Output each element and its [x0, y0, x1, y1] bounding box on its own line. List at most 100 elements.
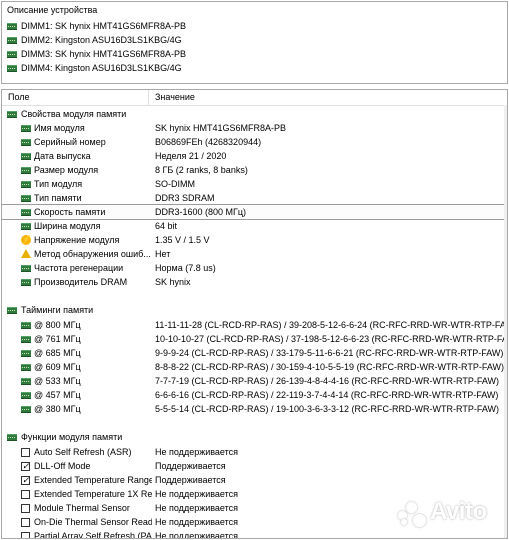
memory-icon	[21, 265, 31, 272]
memory-icon	[21, 392, 31, 399]
feature-row[interactable]: Auto Self Refresh (ASR) Не поддерживаетс…	[2, 445, 507, 459]
column-header: Поле Значение	[2, 90, 507, 106]
property-name: Дата выпуска	[34, 151, 91, 161]
feature-value: Не поддерживается	[155, 517, 239, 527]
timing-value: 5-5-5-14 (CL-RCD-RP-RAS) / 19-100-3-6-3-…	[155, 404, 500, 414]
device-label: DIMM3: SK hynix HMT41GS6MFR8A-PB	[21, 49, 187, 59]
property-name: Серийный номер	[34, 137, 106, 147]
warning-icon	[21, 249, 31, 258]
property-row[interactable]: Размер модуля 8 ГБ (2 ranks, 8 banks)	[2, 163, 507, 177]
checkbox-unchecked-icon	[21, 448, 30, 457]
feature-name: DLL-Off Mode	[34, 461, 91, 471]
checkbox-unchecked-icon	[21, 504, 30, 513]
memory-icon	[21, 336, 31, 343]
property-value: SK hynix HMT41GS6MFR8A-PB	[155, 123, 287, 133]
device-description-pane: Описание устройства DIMM1: SK hynix HMT4…	[1, 1, 508, 84]
property-row[interactable]: Частота регенерации Норма (7.8 us)	[2, 261, 507, 275]
checkbox-checked-icon: ✓	[21, 461, 30, 471]
feature-value: Поддерживается	[155, 461, 226, 471]
property-name: Имя модуля	[34, 123, 85, 133]
timing-frequency: @ 761 МГц	[34, 334, 81, 344]
property-name: Скорость памяти	[34, 207, 106, 217]
feature-row[interactable]: Partial Array Self Refresh (PA... Не под…	[2, 529, 507, 539]
timing-row[interactable]: @ 685 МГц 9-9-9-24 (CL-RCD-RP-RAS) / 33-…	[2, 346, 507, 360]
timing-frequency: @ 533 МГц	[34, 376, 81, 386]
property-value: SK hynix	[155, 277, 191, 287]
timing-row[interactable]: @ 380 МГц 5-5-5-14 (CL-RCD-RP-RAS) / 19-…	[2, 402, 507, 416]
property-row[interactable]: Имя модуля SK hynix HMT41GS6MFR8A-PB	[2, 121, 507, 135]
property-row[interactable]: Ширина модуля 64 bit	[2, 219, 507, 233]
memory-icon	[21, 406, 31, 413]
checkbox-unchecked-icon	[21, 532, 30, 538]
timing-value: 9-9-9-24 (CL-RCD-RP-RAS) / 33-179-5-11-6…	[155, 348, 504, 358]
section-module-props[interactable]: Свойства модуля памяти	[2, 107, 507, 121]
section-functions[interactable]: Функции модуля памяти	[2, 430, 507, 444]
timing-row[interactable]: @ 533 МГц 7-7-7-19 (CL-RCD-RP-RAS) / 26-…	[2, 374, 507, 388]
device-list-item[interactable]: DIMM3: SK hynix HMT41GS6MFR8A-PB	[2, 47, 507, 61]
memory-icon	[21, 378, 31, 385]
memory-icon	[21, 350, 31, 357]
timing-frequency: @ 457 МГц	[34, 390, 81, 400]
feature-value: Поддерживается	[155, 475, 226, 485]
memory-icon	[21, 195, 31, 202]
timing-row[interactable]: @ 800 МГц 11-11-11-28 (CL-RCD-RP-RAS) / …	[2, 318, 507, 332]
timing-row[interactable]: @ 609 МГц 8-8-8-22 (CL-RCD-RP-RAS) / 30-…	[2, 360, 507, 374]
feature-name: Extended Temperature 1X Re...	[34, 489, 152, 499]
feature-row[interactable]: ✓ Extended Temperature Range Поддерживае…	[2, 473, 507, 487]
feature-name: Extended Temperature Range	[34, 475, 152, 485]
property-row[interactable]: Тип модуля SO-DIMM	[2, 177, 507, 191]
memory-icon	[7, 434, 17, 441]
feature-name: Auto Self Refresh (ASR)	[34, 447, 132, 457]
memory-icon	[21, 181, 31, 188]
memory-icon	[7, 307, 17, 314]
vertical-scrollbar[interactable]	[504, 105, 507, 538]
device-list-item[interactable]: DIMM1: SK hynix HMT41GS6MFR8A-PB	[2, 19, 507, 33]
memory-icon	[21, 139, 31, 146]
timing-row[interactable]: @ 761 МГц 10-10-10-27 (CL-RCD-RP-RAS) / …	[2, 332, 507, 346]
timing-row[interactable]: @ 457 МГц 6-6-6-16 (CL-RCD-RP-RAS) / 22-…	[2, 388, 507, 402]
timing-value: 10-10-10-27 (CL-RCD-RP-RAS) / 37-198-5-1…	[155, 334, 508, 344]
property-name: Тип памяти	[34, 193, 82, 203]
property-row[interactable]: ⚡ Напряжение модуля 1.35 V / 1.5 V	[2, 233, 507, 247]
checkbox-unchecked-icon	[21, 490, 30, 499]
property-row[interactable]: Дата выпуска Неделя 21 / 2020	[2, 149, 507, 163]
timing-value: 7-7-7-19 (CL-RCD-RP-RAS) / 26-139-4-8-4-…	[155, 376, 500, 386]
property-name: Частота регенерации	[34, 263, 124, 273]
property-row[interactable]: Производитель DRAM SK hynix	[2, 275, 507, 289]
column-divider[interactable]	[148, 90, 149, 105]
property-value: Нет	[155, 249, 171, 259]
property-row[interactable]: Метод обнаружения ошиб... Нет	[2, 247, 507, 261]
section-timings[interactable]: Тайминги памяти	[2, 303, 507, 317]
property-row[interactable]: Тип памяти DDR3 SDRAM	[2, 191, 507, 205]
property-row-selected[interactable]: Скорость памяти DDR3-1600 (800 МГц)	[2, 204, 507, 220]
memory-icon	[21, 364, 31, 371]
properties-pane: Поле Значение Свойства модуля памяти Имя…	[1, 89, 508, 539]
section-title: Функции модуля памяти	[21, 432, 123, 442]
memory-icon	[7, 23, 17, 30]
memory-icon	[21, 209, 31, 216]
feature-value: Не поддерживается	[155, 489, 239, 499]
memory-icon	[21, 167, 31, 174]
property-name: Ширина модуля	[34, 221, 101, 231]
property-name: Напряжение модуля	[34, 235, 120, 245]
property-value: Неделя 21 / 2020	[155, 151, 227, 161]
timing-frequency: @ 685 МГц	[34, 348, 81, 358]
timing-frequency: @ 609 МГц	[34, 362, 81, 372]
feature-row[interactable]: ✓ DLL-Off Mode Поддерживается	[2, 459, 507, 473]
property-value: B06869FEh (4268320944)	[155, 137, 262, 147]
column-header-field[interactable]: Поле	[8, 92, 30, 102]
column-header-value[interactable]: Значение	[155, 92, 195, 102]
feature-value: Не поддерживается	[155, 503, 239, 513]
feature-name: Partial Array Self Refresh (PA...	[34, 531, 152, 539]
memory-icon	[21, 279, 31, 286]
avito-watermark: Avito	[398, 498, 500, 527]
device-list-item[interactable]: DIMM2: Kingston ASU16D3LS1KBG/4G	[2, 33, 507, 47]
memory-icon	[21, 223, 31, 230]
property-name: Тип модуля	[34, 179, 83, 189]
timing-value: 11-11-11-28 (CL-RCD-RP-RAS) / 39-208-5-1…	[155, 320, 508, 330]
property-row[interactable]: Серийный номер B06869FEh (4268320944)	[2, 135, 507, 149]
property-name: Размер модуля	[34, 165, 99, 175]
checkbox-unchecked-icon	[21, 518, 30, 527]
device-list-item[interactable]: DIMM4: Kingston ASU16D3LS1KBG/4G	[2, 61, 507, 75]
section-title: Тайминги памяти	[21, 305, 94, 315]
